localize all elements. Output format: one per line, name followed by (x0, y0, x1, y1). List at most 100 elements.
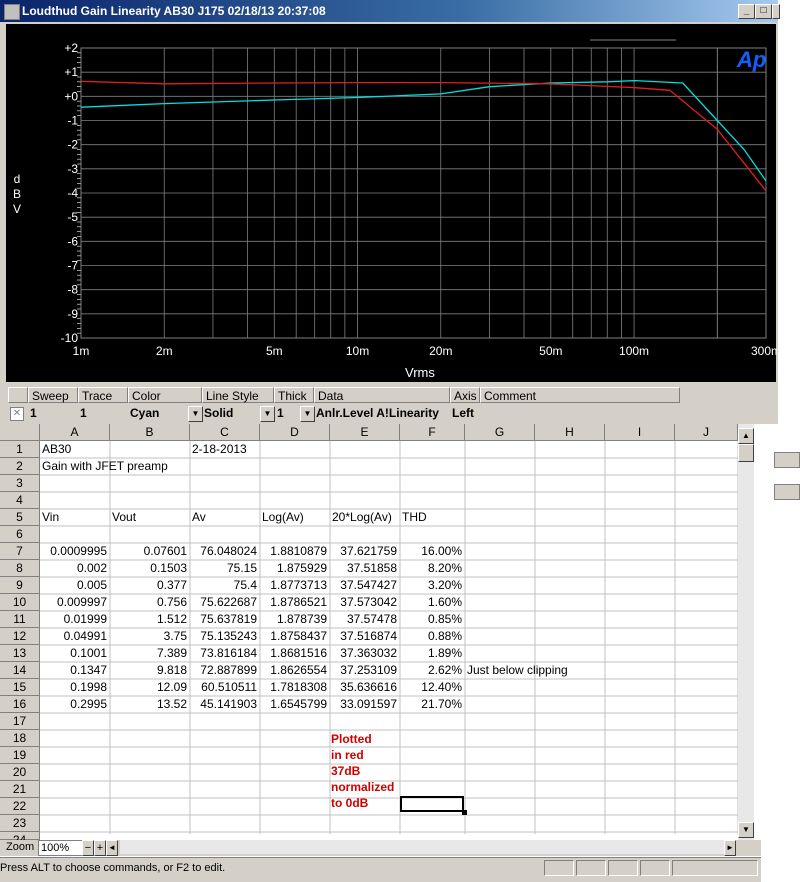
column-header-f[interactable]: F (400, 424, 465, 441)
row-header[interactable]: 20 (0, 764, 40, 781)
row-header[interactable]: 22 (0, 798, 40, 815)
data-cell[interactable]: 3.75 (110, 628, 187, 645)
header-20logav[interactable]: 20*Log(Av) (332, 509, 392, 526)
row-header[interactable]: 4 (0, 492, 40, 509)
data-cell[interactable]: 1.8773713 (260, 577, 327, 594)
scroll-left-icon[interactable]: ◄ (106, 840, 118, 856)
data-cell[interactable]: 0.1998 (40, 679, 107, 696)
row-header[interactable]: 7 (0, 543, 40, 560)
row-header[interactable]: 2 (0, 458, 40, 475)
data-cell[interactable]: 37.547427 (330, 577, 397, 594)
data-cell[interactable]: 7.389 (110, 645, 187, 662)
data-cell[interactable]: 8.20% (400, 560, 462, 577)
column-header-b[interactable]: B (110, 424, 190, 441)
data-cell[interactable]: 0.0009995 (40, 543, 107, 560)
data-cell[interactable]: 1.60% (400, 594, 462, 611)
trace-sweep-value[interactable]: 1 (30, 405, 37, 422)
header-thd[interactable]: THD (402, 509, 427, 526)
column-header-a[interactable]: A (40, 424, 110, 441)
trace-col-trace[interactable]: Trace (78, 387, 128, 403)
data-cell[interactable]: 37.51858 (330, 560, 397, 577)
row-header[interactable]: 5 (0, 509, 40, 526)
trace-col-linestyle[interactable]: Line Style (202, 387, 274, 403)
select-all-corner[interactable] (0, 424, 40, 441)
data-cell[interactable]: 0.04991 (40, 628, 107, 645)
data-cell[interactable]: 0.005 (40, 577, 107, 594)
row-header[interactable]: 11 (0, 611, 40, 628)
row-header[interactable]: 8 (0, 560, 40, 577)
trace-axis-value[interactable]: Left (452, 405, 474, 422)
zoom-input[interactable]: 100% (38, 840, 84, 856)
data-cell[interactable]: 0.88% (400, 628, 462, 645)
data-cell[interactable]: 37.516874 (330, 628, 397, 645)
data-cell[interactable]: 75.15 (190, 560, 257, 577)
row-header[interactable]: 10 (0, 594, 40, 611)
data-cell[interactable]: 73.816184 (190, 645, 257, 662)
trace-color-select[interactable]: Cyan (130, 405, 159, 422)
fill-handle[interactable] (462, 810, 467, 815)
data-cell[interactable]: 75.637819 (190, 611, 257, 628)
app-icon[interactable] (4, 4, 20, 20)
header-vin[interactable]: Vin (42, 509, 59, 526)
data-cell[interactable]: 12.40% (400, 679, 462, 696)
column-header-c[interactable]: C (190, 424, 260, 441)
scroll-thumb[interactable] (738, 444, 754, 462)
row-header[interactable]: 15 (0, 679, 40, 696)
row-header[interactable]: 9 (0, 577, 40, 594)
row-header[interactable]: 19 (0, 747, 40, 764)
column-header-e[interactable]: E (330, 424, 400, 441)
column-header-h[interactable]: H (535, 424, 605, 441)
data-cell[interactable]: 37.363032 (330, 645, 397, 662)
column-header-d[interactable]: D (260, 424, 330, 441)
data-cell[interactable]: 1.8681516 (260, 645, 327, 662)
data-cell[interactable]: 0.377 (110, 577, 187, 594)
data-cell[interactable]: 33.091597 (330, 696, 397, 713)
row-header[interactable]: 17 (0, 713, 40, 730)
data-cell[interactable]: 0.756 (110, 594, 187, 611)
data-cell[interactable]: 37.573042 (330, 594, 397, 611)
data-cell[interactable]: 13.52 (110, 696, 187, 713)
trace-col-comment[interactable]: Comment (480, 387, 680, 403)
data-cell[interactable]: 0.002 (40, 560, 107, 577)
row-header[interactable]: 6 (0, 526, 40, 543)
row-header[interactable]: 21 (0, 781, 40, 798)
data-cell[interactable]: 76.048024 (190, 543, 257, 560)
data-cell[interactable]: 45.141903 (190, 696, 257, 713)
data-cell[interactable]: 1.512 (110, 611, 187, 628)
header-vout[interactable]: Vout (112, 509, 136, 526)
cell-a2[interactable]: Gain with JFET preamp (42, 458, 168, 475)
data-cell[interactable]: 0.1503 (110, 560, 187, 577)
data-cell[interactable]: 2.62% (400, 662, 462, 679)
data-cell[interactable]: 35.636616 (330, 679, 397, 696)
color-dropdown-icon[interactable]: ▼ (188, 406, 203, 422)
trace-enable-checkbox[interactable]: ✕ (10, 407, 24, 421)
data-cell[interactable]: 72.887899 (190, 662, 257, 679)
trace-col-thick[interactable]: Thick (274, 387, 314, 403)
vertical-scrollbar[interactable]: ▲ ▼ (738, 424, 754, 841)
data-cell[interactable]: 3.20% (400, 577, 462, 594)
data-cell[interactable]: 1.7818308 (260, 679, 327, 696)
column-header-j[interactable]: J (675, 424, 738, 441)
data-cell[interactable]: 37.621759 (330, 543, 397, 560)
trace-number-value[interactable]: 1 (80, 405, 87, 422)
data-cell[interactable]: 12.09 (110, 679, 187, 696)
zoom-out-button[interactable]: − (82, 840, 94, 856)
data-cell[interactable]: 1.8810879 (260, 543, 327, 560)
data-cell[interactable]: 1.875929 (260, 560, 327, 577)
data-cell[interactable]: 75.622687 (190, 594, 257, 611)
scroll-right-icon[interactable]: ► (724, 840, 736, 856)
column-header-g[interactable]: G (465, 424, 535, 441)
data-cell[interactable]: 0.85% (400, 611, 462, 628)
row-header[interactable]: 24 (0, 832, 40, 847)
column-header-i[interactable]: I (605, 424, 675, 441)
maximize-button[interactable]: □ (755, 4, 772, 19)
data-cell[interactable]: 0.1001 (40, 645, 107, 662)
row-header[interactable]: 18 (0, 730, 40, 747)
row-header[interactable]: 12 (0, 628, 40, 645)
cell-comment[interactable]: Just below clipping (467, 662, 568, 679)
close-button[interactable] (772, 4, 780, 19)
active-cell-f22[interactable] (400, 796, 464, 812)
horizontal-scrollbar[interactable] (120, 840, 724, 854)
row-header[interactable]: 14 (0, 662, 40, 679)
data-cell[interactable]: 1.8758437 (260, 628, 327, 645)
